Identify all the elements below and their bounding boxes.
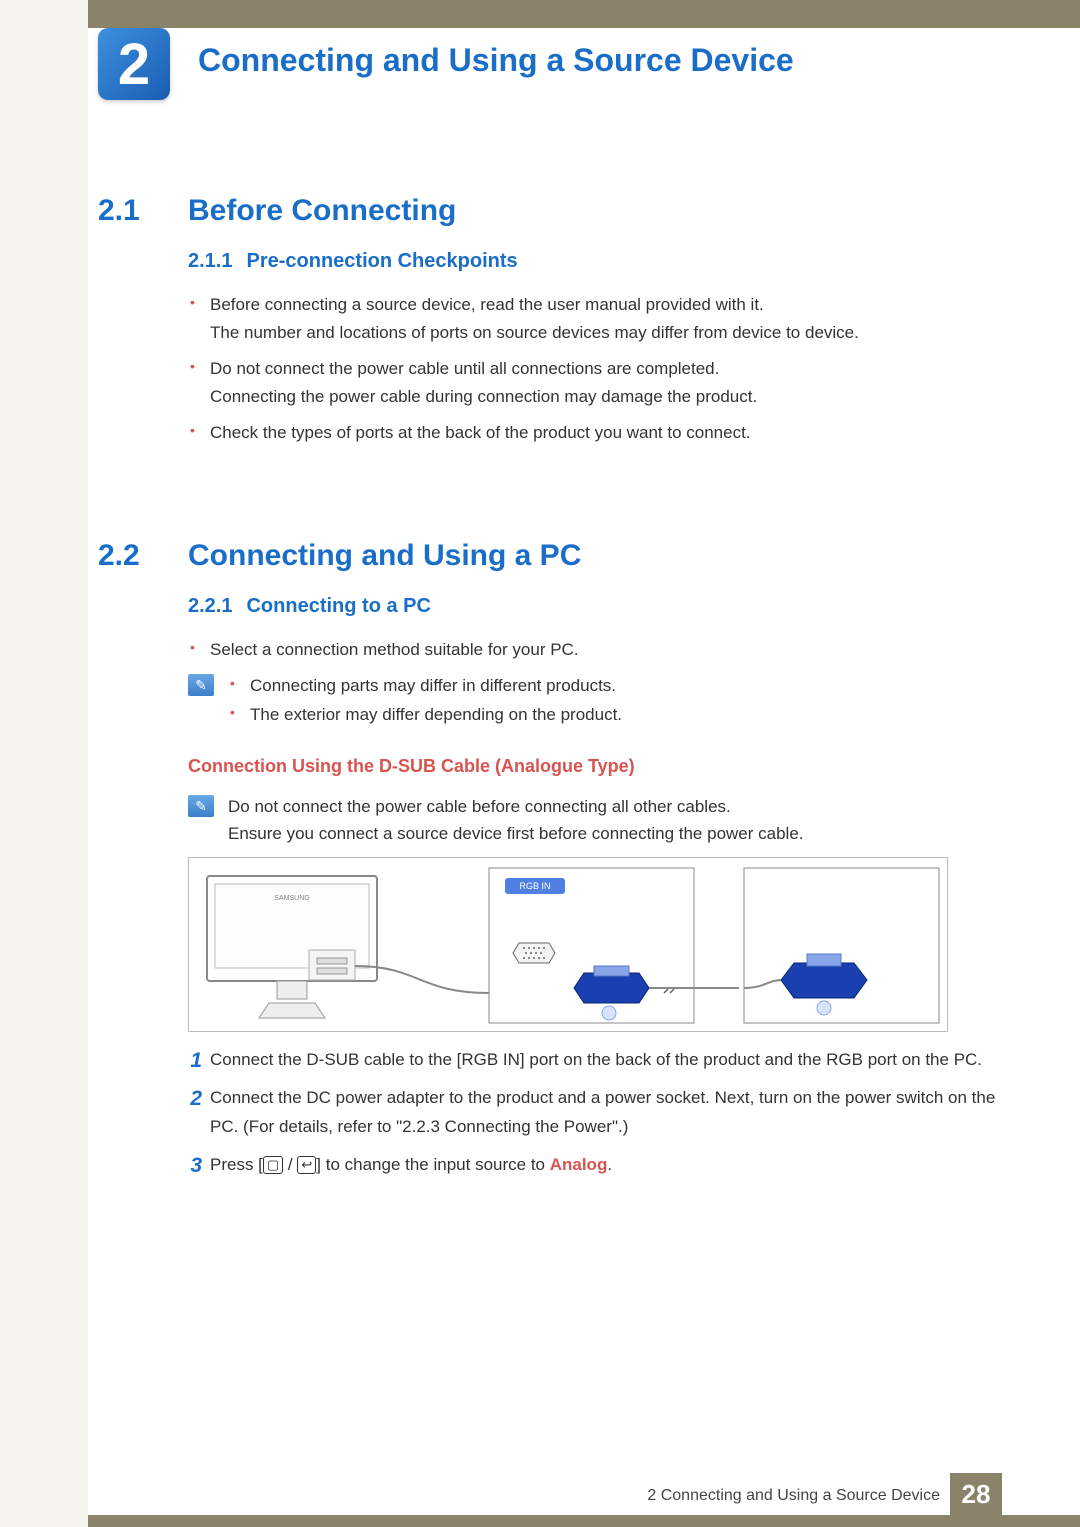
step-text-suffix: .: [607, 1155, 612, 1174]
list-item: Before connecting a source device, read …: [188, 291, 1000, 347]
section-title: Connecting and Using a PC: [188, 539, 581, 573]
source-arrow-icon: ↩: [297, 1156, 316, 1174]
subsection-title: Pre-connection Checkpoints: [246, 250, 517, 273]
step-text: Connect the D-SUB cable to the [RGB IN] …: [210, 1050, 982, 1069]
subsection-number: 2.2.1: [188, 595, 232, 618]
chapter-title: Connecting and Using a Source Device: [198, 42, 794, 79]
section-2-1-1-heading: 2.1.1 Pre-connection Checkpoints: [188, 250, 1000, 273]
svg-text:SAMSUNG: SAMSUNG: [274, 895, 309, 902]
note-block-dsub: ✎ Do not connect the power cable before …: [188, 793, 1000, 847]
section-2-2-heading: 2.2 Connecting and Using a PC: [98, 539, 1000, 573]
section-number: 2.1: [98, 194, 188, 228]
vga-port-icon: [513, 943, 555, 963]
monitor-illustration: SAMSUNG: [207, 876, 377, 1018]
chapter-number-badge: 2: [98, 28, 170, 100]
analog-label: Analog: [550, 1155, 608, 1174]
footer-chapter-text: 2 Connecting and Using a Source Device: [647, 1487, 940, 1505]
source-button-icon: ▢: [263, 1156, 283, 1174]
dsub-heading: Connection Using the D-SUB Cable (Analog…: [188, 756, 1000, 777]
subsection-number: 2.1.1: [188, 250, 232, 273]
list-item: Select a connection method suitable for …: [188, 636, 1000, 664]
list-item: Check the types of ports at the back of …: [188, 419, 1000, 447]
note-list: Connecting parts may differ in different…: [228, 672, 622, 730]
step-number: 1: [176, 1044, 202, 1079]
step-item: 2 Connect the DC power adapter to the pr…: [176, 1084, 1000, 1140]
section-number: 2.2: [98, 539, 188, 573]
left-accent-bar: [0, 0, 88, 1527]
note-icon: ✎: [188, 674, 214, 696]
note-block: ✎ Connecting parts may differ in differe…: [188, 672, 1000, 730]
note-text: Do not connect the power cable before co…: [228, 793, 804, 847]
section-2-1-heading: 2.1 Before Connecting: [98, 194, 1000, 228]
step-text-middle: ] to change the input source to: [316, 1155, 549, 1174]
page-number-badge: 28: [950, 1473, 1002, 1515]
checkpoints-list: Before connecting a source device, read …: [188, 291, 1000, 447]
subsection-title: Connecting to a PC: [246, 595, 430, 618]
connecting-pc-list: Select a connection method suitable for …: [188, 636, 1000, 664]
page-footer: 2 Connecting and Using a Source Device 2…: [0, 1481, 1080, 1527]
top-accent-bar: [0, 0, 1080, 28]
page-content: 2.1 Before Connecting 2.1.1 Pre-connecti…: [98, 170, 1000, 1189]
rgb-in-label: RGB IN: [519, 881, 550, 891]
step-item: 1 Connect the D-SUB cable to the [RGB IN…: [176, 1046, 1000, 1074]
connection-steps: 1 Connect the D-SUB cable to the [RGB IN…: [176, 1046, 1000, 1178]
step-item: 3 Press [▢ / ↩] to change the input sour…: [176, 1151, 1000, 1179]
note-icon: ✎: [188, 795, 214, 817]
step-number: 2: [176, 1082, 202, 1117]
section-2-2-1-heading: 2.2.1 Connecting to a PC: [188, 595, 1000, 618]
connection-diagram: SAMSUNG RGB IN: [188, 857, 948, 1032]
section-title: Before Connecting: [188, 194, 456, 228]
step-number: 3: [176, 1149, 202, 1184]
list-item: Do not connect the power cable until all…: [188, 355, 1000, 411]
step-text-prefix: Press [: [210, 1155, 263, 1174]
list-item: The exterior may differ depending on the…: [228, 701, 622, 730]
step-text: Connect the DC power adapter to the prod…: [210, 1088, 995, 1135]
footer-accent-bar: [88, 1515, 1080, 1527]
list-item: Connecting parts may differ in different…: [228, 672, 622, 701]
